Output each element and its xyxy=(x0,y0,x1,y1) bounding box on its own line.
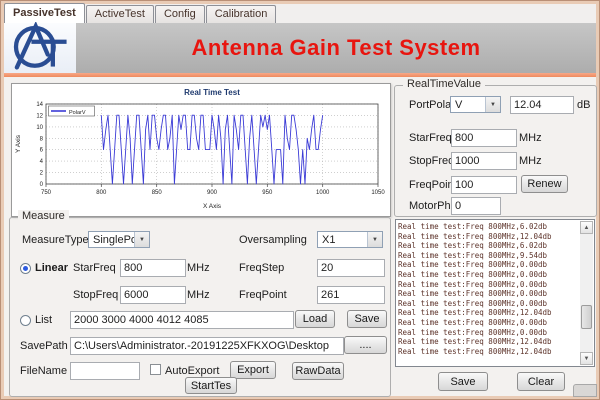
log-clear-button[interactable]: Clear xyxy=(517,372,565,391)
list-radio[interactable] xyxy=(20,315,31,326)
log-save-button[interactable]: Save xyxy=(438,372,488,391)
tab-passivetest[interactable]: PassiveTest xyxy=(4,3,85,23)
measure-group: Measure MeasureType SinglePor ▼ Oversamp… xyxy=(9,217,391,397)
linear-radio-label: Linear xyxy=(35,262,68,274)
measure-stopfreq-field[interactable]: 6000 xyxy=(120,286,186,304)
svg-text:10: 10 xyxy=(36,125,43,131)
realtimevalue-group-title: RealTimeValue xyxy=(403,78,485,90)
measuretype-select[interactable]: SinglePor ▼ xyxy=(88,231,150,248)
log-list: Real time test:Freq 800MHz,6.02dbReal ti… xyxy=(398,222,579,364)
svg-text:850: 850 xyxy=(152,190,163,196)
oversampling-label: Oversampling xyxy=(239,234,307,246)
portpolar-reading-field[interactable]: 12.04 xyxy=(510,96,574,114)
measure-freqpoint-field[interactable]: 261 xyxy=(317,286,385,304)
list-radio-label: List xyxy=(35,314,52,326)
svg-text:800: 800 xyxy=(96,190,107,196)
measure-stopfreq-unit: MHz xyxy=(187,289,210,301)
log-scrollbar[interactable]: ▲ ▼ xyxy=(580,221,593,365)
svg-text:0: 0 xyxy=(40,182,44,188)
tab-config[interactable]: Config xyxy=(155,5,205,23)
list-save-button[interactable]: Save xyxy=(347,310,387,328)
autoexport-checkbox[interactable] xyxy=(150,364,161,375)
svg-text:950: 950 xyxy=(262,190,273,196)
tab-activetest[interactable]: ActiveTest xyxy=(86,5,154,23)
svg-text:750: 750 xyxy=(41,190,52,196)
svg-text:12: 12 xyxy=(36,113,43,119)
svg-text:1000: 1000 xyxy=(316,190,330,196)
chart-canvas: 750 800 850 900 950 1000 1050 0 2 4 6 8 10 12 14 Real T… xyxy=(12,84,390,216)
portpolar-value: V xyxy=(451,99,485,111)
svg-text:Real Time Test: Real Time Test xyxy=(184,88,240,97)
freqstep-field[interactable]: 20 xyxy=(317,259,385,277)
renew-button[interactable]: Renew xyxy=(521,175,568,193)
starfreq-label: StarFreq xyxy=(409,132,452,144)
starfreq-unit-label: MHz xyxy=(519,132,542,144)
main-content: 7508008509009501000105002468101214Real T… xyxy=(4,77,596,396)
svg-text:4: 4 xyxy=(40,159,44,165)
header-banner: Antenna Gain Test System xyxy=(4,23,596,73)
measure-stopfreq-label: StopFreq xyxy=(73,289,118,301)
starfreq-field[interactable]: 800 xyxy=(451,129,517,147)
measure-freqpoint-label: FreqPoint xyxy=(239,289,287,301)
svg-text:2: 2 xyxy=(40,171,44,177)
linear-radio[interactable] xyxy=(20,263,31,274)
svg-text:PolarV: PolarV xyxy=(69,110,86,116)
page-title: Antenna Gain Test System xyxy=(191,35,480,61)
measuretype-label: MeasureType xyxy=(22,234,89,246)
svg-text:8: 8 xyxy=(40,136,44,142)
oversampling-select[interactable]: X1 ▼ xyxy=(317,231,383,248)
background-window-fragment xyxy=(573,384,597,397)
savepath-field[interactable]: C:\Users\Administrator.-20191225XFKXOG\D… xyxy=(70,337,344,355)
stopfreq-unit-label: MHz xyxy=(519,155,542,167)
scroll-down-icon[interactable]: ▼ xyxy=(580,352,593,365)
measuretype-value: SinglePor xyxy=(89,234,134,246)
scrollbar-thumb[interactable] xyxy=(581,305,592,329)
chevron-down-icon[interactable]: ▼ xyxy=(367,232,382,247)
measure-starfreq-label: StarFreq xyxy=(73,262,116,274)
browse-button[interactable]: .... xyxy=(344,336,387,354)
freqpoint-label: FreqPoint xyxy=(409,179,457,191)
portpolar-label: PortPolar xyxy=(409,99,455,111)
filename-label: FileName xyxy=(20,365,67,377)
portpolar-select[interactable]: V ▼ xyxy=(450,96,501,113)
db-unit-label: dB xyxy=(577,99,590,111)
rawdata-button[interactable]: RawData xyxy=(292,362,344,380)
measure-starfreq-unit: MHz xyxy=(187,262,210,274)
freqstep-label: FreqStep xyxy=(239,262,284,274)
list-values-field[interactable]: 2000 3000 4000 4012 4085 xyxy=(70,311,294,329)
load-button[interactable]: Load xyxy=(295,310,335,328)
app-logo xyxy=(4,23,76,73)
svg-text:X Axis: X Axis xyxy=(203,203,222,210)
starttest-button[interactable]: StartTes xyxy=(185,377,237,394)
chevron-down-icon[interactable]: ▼ xyxy=(134,232,149,247)
export-button[interactable]: Export xyxy=(230,361,276,379)
svg-text:Y Axis: Y Axis xyxy=(15,134,22,153)
svg-text:900: 900 xyxy=(207,190,218,196)
stopfreq-label: StopFreq xyxy=(409,155,454,167)
svg-text:14: 14 xyxy=(36,102,43,108)
measure-group-title: Measure xyxy=(18,210,69,222)
log-listbox[interactable]: Real time test:Freq 800MHz,6.02dbReal ti… xyxy=(395,219,595,367)
freqpoint-field[interactable]: 100 xyxy=(451,176,517,194)
stopfreq-field[interactable]: 1000 xyxy=(451,152,517,170)
chevron-down-icon[interactable]: ▼ xyxy=(485,97,500,112)
realtimevalue-group: RealTimeValue PortPolar V ▼ 12.04 dB Sta… xyxy=(394,85,597,217)
measure-starfreq-field[interactable]: 800 xyxy=(120,259,186,277)
motorphi-label: MotorPhi xyxy=(409,200,453,212)
autoexport-label: AutoExport xyxy=(165,365,219,377)
banner-background: Antenna Gain Test System xyxy=(76,23,596,73)
app-window: PassiveTest ActiveTest Config Calibratio… xyxy=(0,0,600,400)
agt-logo-icon xyxy=(8,22,72,75)
motorphi-field[interactable]: 0 xyxy=(451,197,501,215)
scroll-up-icon[interactable]: ▲ xyxy=(580,221,593,234)
svg-text:1050: 1050 xyxy=(371,190,385,196)
svg-text:6: 6 xyxy=(40,148,44,154)
savepath-label: SavePath xyxy=(20,340,68,352)
tab-calibration[interactable]: Calibration xyxy=(206,5,277,23)
filename-field[interactable] xyxy=(70,362,140,380)
realtime-chart: 750 800 850 900 950 1000 1050 0 2 4 6 8 10 12 14 Real T… xyxy=(11,83,391,217)
tab-bar: PassiveTest ActiveTest Config Calibratio… xyxy=(4,4,596,23)
oversampling-value: X1 xyxy=(318,234,367,246)
